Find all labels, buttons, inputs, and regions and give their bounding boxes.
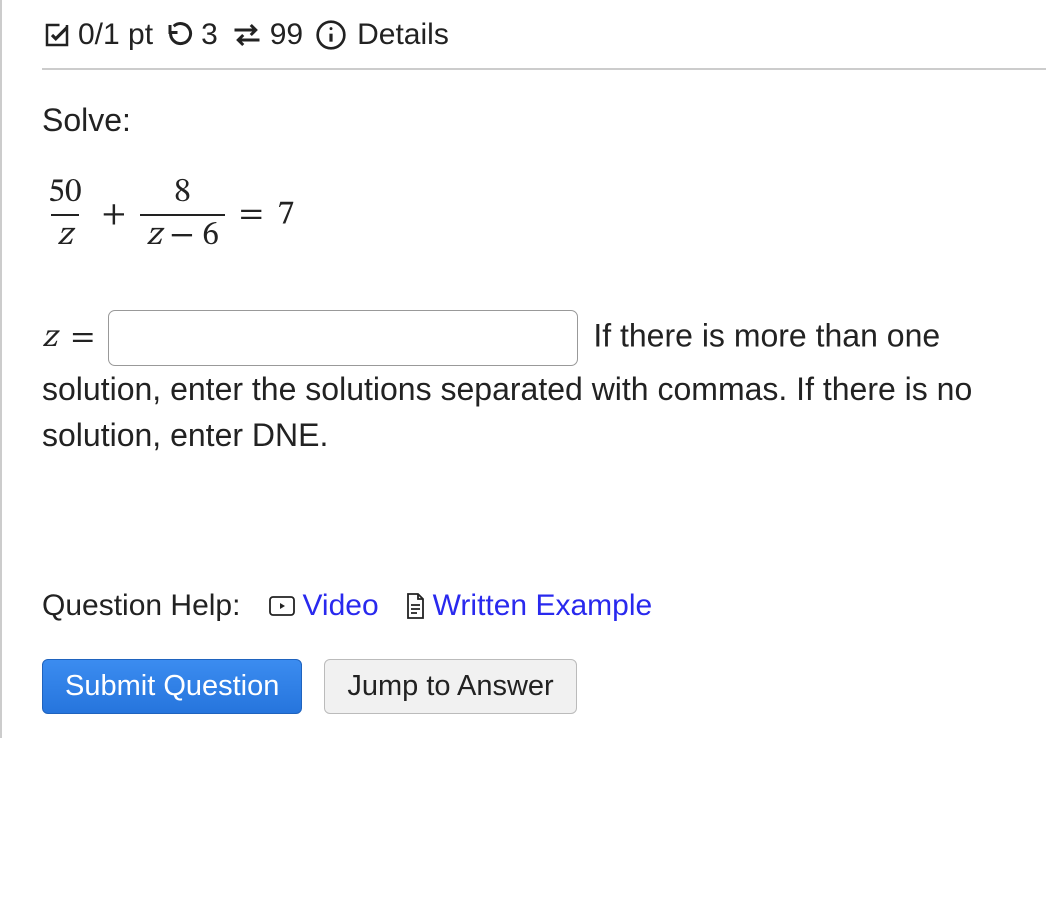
answer-variable: z [42,321,57,354]
document-icon [403,592,427,620]
reattempts-text: 99 [270,18,303,52]
answer-area: z = If there is more than one solution, … [42,310,1046,459]
equation-display: 50 z + 8 z − 6 = 7 [42,175,1046,256]
help-row: Question Help: Video [42,589,1046,623]
written-example-label: Written Example [433,589,653,623]
help-label: Question Help: [42,589,240,623]
answer-equals: = [71,321,95,354]
frac1-numerator: 50 [42,175,88,214]
video-label: Video [302,589,378,623]
retries-text: 3 [201,18,218,52]
score-icon [42,20,72,50]
submit-button[interactable]: Submit Question [42,659,302,714]
details-link[interactable]: Details [357,18,449,52]
score-text: 0/1 pt [78,18,153,52]
question-header: 0/1 pt 3 99 Details [42,18,1046,70]
video-icon [268,594,296,618]
written-example-link[interactable]: Written Example [403,589,653,623]
info-icon[interactable] [315,19,347,51]
jump-to-answer-button[interactable]: Jump to Answer [324,659,576,714]
reattempt-icon [230,20,264,50]
rhs-value: 7 [278,194,295,237]
question-prompt: Solve: [42,102,1046,139]
answer-input[interactable] [108,310,578,366]
video-help-link[interactable]: Video [268,589,378,623]
button-row: Submit Question Jump to Answer [42,659,1046,714]
fraction-1: 50 z [42,175,88,256]
equals-sign: = [239,194,263,237]
frac2-numerator: 8 [168,175,197,214]
plus-sign: + [102,194,126,237]
fraction-2: 8 z − 6 [140,175,225,256]
retry-icon [165,20,195,50]
frac2-denominator: z − 6 [140,214,225,255]
frac1-denominator: z [51,214,79,255]
